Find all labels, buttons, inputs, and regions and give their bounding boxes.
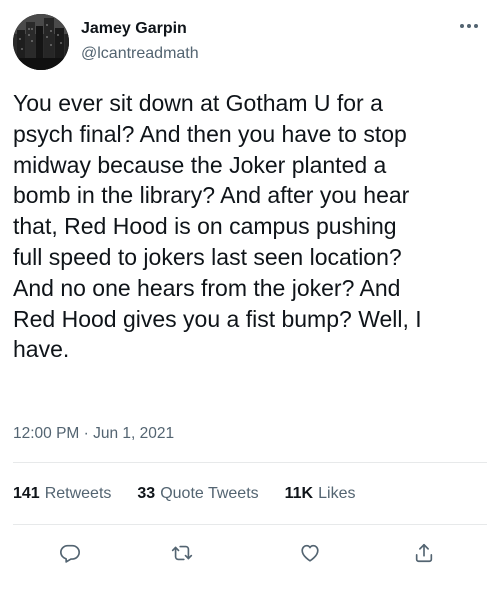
tweet-card: Jamey Garpin @lcantreadmath You ever sit… [0, 0, 500, 598]
more-options-button[interactable] [456, 16, 482, 36]
divider [13, 524, 487, 525]
author-name[interactable]: Jamey Garpin [81, 19, 187, 39]
retweets-label: Retweets [44, 485, 112, 502]
author-handle[interactable]: @lcantreadmath [81, 44, 199, 64]
retweets-count: 141 [13, 485, 40, 502]
avatar-city-skyline-image [13, 14, 69, 70]
retweet-arrows-icon [171, 545, 193, 561]
likes-label: Likes [318, 485, 356, 502]
quote-tweets-count: 33 [137, 485, 156, 502]
speech-bubble-icon [60, 544, 80, 563]
quote-tweets-stat[interactable]: 33 Quote Tweets [137, 484, 258, 504]
like-button[interactable] [296, 539, 324, 567]
quote-tweets-label: Quote Tweets [160, 485, 259, 502]
share-button[interactable] [410, 539, 438, 567]
divider [13, 462, 487, 463]
avatar[interactable] [13, 14, 69, 70]
reply-button[interactable] [56, 539, 84, 567]
likes-stat[interactable]: 11K Likes [285, 484, 356, 504]
ellipsis-icon [460, 24, 478, 28]
likes-count: 11K [284, 485, 314, 502]
tweet-timestamp[interactable]: 12:00 PM · Jun 1, 2021 [13, 424, 174, 444]
upload-arrow-icon [415, 543, 433, 563]
retweets-stat[interactable]: 141 Retweets [13, 484, 111, 504]
engagement-stats: 141 Retweets 33 Quote Tweets 11K Likes [13, 484, 381, 504]
heart-icon [301, 544, 319, 562]
tweet-text: You ever sit down at Gotham U for a psyc… [13, 90, 422, 363]
retweet-button[interactable] [168, 539, 196, 567]
